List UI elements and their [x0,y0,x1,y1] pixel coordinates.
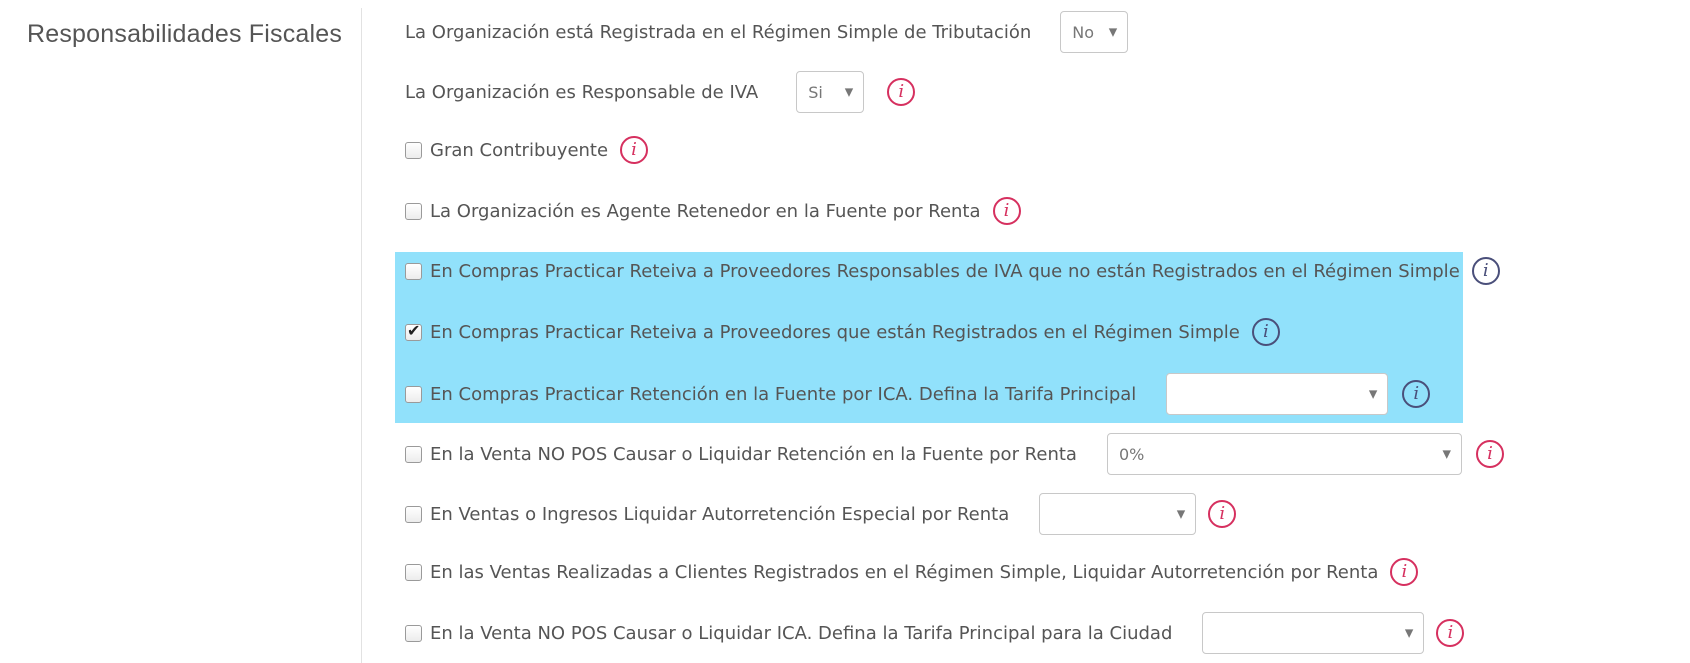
row-retencion-ica: En Compras Practicar Retención en la Fue… [405,372,1431,416]
gran-contribuyente-checkbox[interactable] [405,141,422,159]
chevron-down-icon: ▼ [1368,387,1378,401]
retencion-ica-label: En Compras Practicar Retención en la Fue… [430,383,1137,405]
venta-retencion-renta-select[interactable]: 0% ▼ [1106,433,1462,475]
chevron-down-icon: ▼ [844,85,854,99]
retencion-ica-select[interactable]: ▼ [1166,373,1389,415]
responsable-iva-label: La Organización es Responsable de IVA [405,81,759,103]
retencion-ica-checkbox[interactable] [405,385,422,403]
responsable-iva-value: Si [808,82,823,102]
reteiva-simple-checkbox[interactable] [405,321,422,341]
chevron-down-icon: ▼ [1404,626,1414,640]
chevron-down-icon: ▼ [1442,447,1451,461]
venta-ica-checkbox[interactable] [405,624,422,642]
info-icon[interactable]: i [887,78,916,106]
agente-retenedor-checkbox[interactable] [405,202,422,220]
row-reteiva-simple: En Compras Practicar Reteiva a Proveedor… [405,310,1280,354]
regimen-simple-value: No [1072,22,1095,42]
autorretencion-especial-label: En Ventas o Ingresos Liquidar Autorreten… [430,503,1010,525]
reteiva-responsables-label: En Compras Practicar Reteiva a Proveedor… [430,260,1460,282]
row-gran-contribuyente: Gran Contribuyente i [405,128,649,172]
info-icon[interactable]: i [1402,380,1431,408]
info-icon[interactable]: i [1208,500,1237,528]
info-icon[interactable]: i [620,136,649,164]
venta-ica-select[interactable]: ▼ [1202,612,1425,654]
info-icon[interactable]: i [1475,440,1504,468]
venta-retencion-renta-checkbox[interactable] [405,445,422,463]
agente-retenedor-label: La Organización es Agente Retenedor en l… [430,200,981,222]
venta-ica-label: En la Venta NO POS Causar o Liquidar ICA… [430,622,1173,644]
divider [361,8,362,663]
info-icon[interactable]: i [1390,558,1419,586]
row-agente-retenedor: La Organización es Agente Retenedor en l… [405,189,1021,233]
info-icon[interactable]: i [1436,619,1465,647]
venta-retencion-renta-label: En la Venta NO POS Causar o Liquidar Ret… [430,443,1077,465]
chevron-down-icon: ▼ [1108,25,1118,39]
venta-retencion-renta-value: 0% [1118,444,1145,464]
regimen-simple-select[interactable]: No ▼ [1060,11,1129,53]
autorretencion-especial-checkbox[interactable] [405,505,422,523]
info-icon[interactable]: i [992,197,1021,225]
info-icon[interactable]: i [1471,257,1500,285]
reteiva-responsables-checkbox[interactable] [405,262,422,280]
regimen-simple-label: La Organización está Registrada en el Ré… [405,21,1032,43]
row-regimen-simple: La Organización está Registrada en el Ré… [405,10,1129,54]
autorretencion-especial-select[interactable]: ▼ [1039,493,1197,535]
responsable-iva-select[interactable]: Si ▼ [796,71,865,113]
row-reteiva-responsables: En Compras Practicar Reteiva a Proveedor… [405,249,1500,293]
row-venta-retencion-renta: En la Venta NO POS Causar o Liquidar Ret… [405,432,1504,476]
autorretencion-clientes-simple-label: En las Ventas Realizadas a Clientes Regi… [430,561,1379,583]
row-autorretencion-especial: En Ventas o Ingresos Liquidar Autorreten… [405,492,1237,536]
info-icon[interactable]: i [1251,318,1280,346]
gran-contribuyente-label: Gran Contribuyente [430,139,609,161]
row-autorretencion-clientes-simple: En las Ventas Realizadas a Clientes Regi… [405,550,1419,594]
row-venta-ica: En la Venta NO POS Causar o Liquidar ICA… [405,611,1465,655]
chevron-down-icon: ▼ [1176,507,1186,521]
row-responsable-iva: La Organización es Responsable de IVA Si… [405,70,916,114]
reteiva-simple-label: En Compras Practicar Reteiva a Proveedor… [430,321,1240,343]
autorretencion-clientes-simple-checkbox[interactable] [405,563,422,581]
section-title: Responsabilidades Fiscales [27,20,343,48]
